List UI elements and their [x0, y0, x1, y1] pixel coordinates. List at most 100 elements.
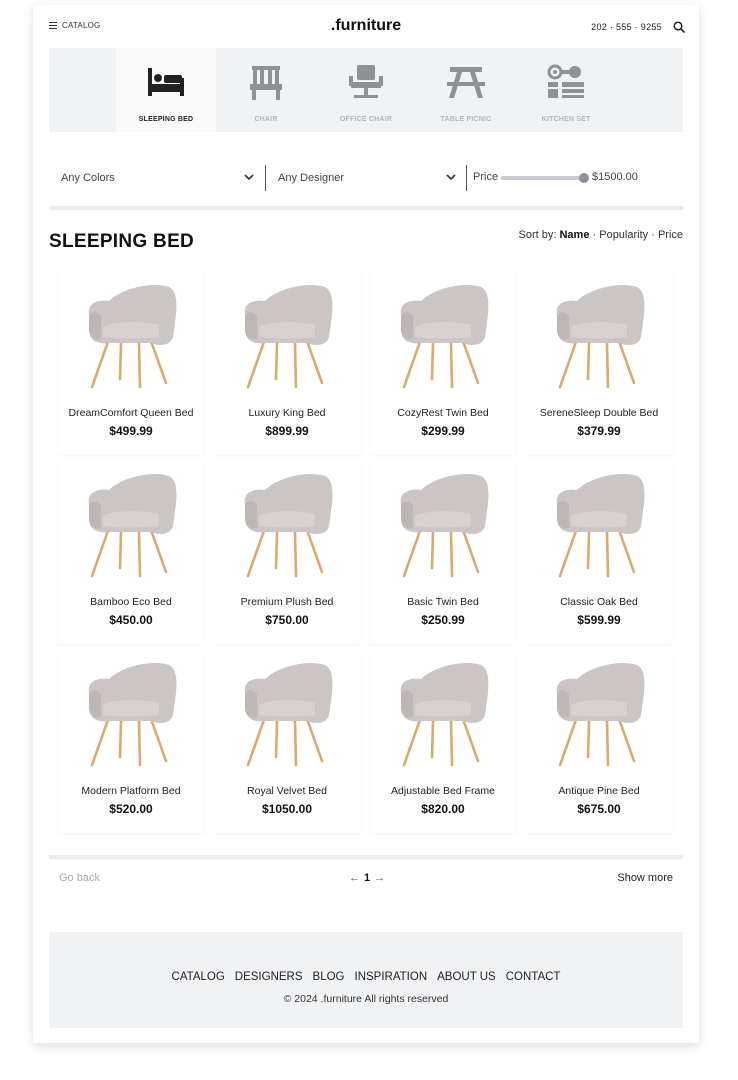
- footer-link-blog[interactable]: BLOG: [313, 971, 345, 983]
- page: CATALOG .furniture 202 · 555 · 9255 SLEE…: [33, 5, 699, 1043]
- category-chair[interactable]: CHAIR: [216, 48, 316, 132]
- category-label: SLEEPING BED: [138, 116, 194, 123]
- chevron-down-icon: [446, 174, 456, 181]
- product-image: [556, 662, 645, 767]
- next-page-arrow[interactable]: →: [374, 872, 385, 884]
- picnic-table-icon: [447, 67, 485, 98]
- product-price: $675.00: [577, 802, 621, 816]
- product-image: [400, 473, 489, 578]
- office-chair-icon: [349, 65, 383, 98]
- product-image: [556, 473, 645, 578]
- divider: [49, 206, 683, 210]
- brand-logo[interactable]: .furniture: [331, 17, 401, 34]
- product-name: Basic Twin Bed: [407, 596, 479, 608]
- product-image: [244, 473, 333, 578]
- category-label: TABLE PICNIC: [440, 116, 492, 123]
- footer: CATALOG DESIGNERS BLOG INSPIRATION ABOUT…: [49, 932, 683, 1028]
- sort-by-price[interactable]: Price: [658, 229, 683, 241]
- product-card[interactable]: Luxury King Bed $899.99: [214, 271, 360, 455]
- product-name: CozyRest Twin Bed: [397, 407, 489, 419]
- show-more-link[interactable]: Show more: [617, 872, 673, 884]
- footer-link-catalog[interactable]: CATALOG: [172, 971, 225, 983]
- section-title: SLEEPING BED: [49, 231, 195, 252]
- product-card[interactable]: Antique Pine Bed $675.00: [526, 649, 672, 833]
- search-button[interactable]: [673, 20, 685, 33]
- category-kitchen-set[interactable]: KITCHEN SET: [516, 48, 616, 132]
- product-name: SereneSleep Double Bed: [539, 407, 659, 419]
- product-name: Classic Oak Bed: [560, 596, 638, 608]
- footer-link-contact[interactable]: CONTACT: [506, 971, 561, 983]
- divider: [49, 855, 683, 859]
- product-name: Luxury King Bed: [248, 407, 326, 419]
- sort-label: Sort by:: [518, 229, 557, 241]
- prev-page-arrow[interactable]: ←: [349, 872, 360, 884]
- product-price: $899.99: [265, 424, 309, 438]
- product-name: Antique Pine Bed: [558, 785, 640, 797]
- product-price: $499.99: [109, 424, 153, 438]
- product-price: $250.99: [421, 613, 465, 627]
- footer-link-designers[interactable]: DESIGNERS: [235, 971, 303, 983]
- product-image: [88, 284, 177, 389]
- sort-by-name[interactable]: Name: [559, 229, 589, 241]
- sort-options: Sort by: Name · Popularity · Price: [519, 229, 683, 241]
- product-card[interactable]: Classic Oak Bed $599.99: [526, 460, 672, 644]
- product-name: Royal Velvet Bed: [247, 785, 327, 797]
- product-price: $1050.00: [261, 802, 313, 816]
- product-image: [244, 662, 333, 767]
- product-card[interactable]: Modern Platform Bed $520.00: [58, 649, 204, 833]
- category-table-picnic[interactable]: TABLE PICNIC: [416, 48, 516, 132]
- price-label: Price: [473, 171, 499, 183]
- sort-separator: ·: [589, 229, 600, 241]
- filter-bar: Any Colors Any Designer Price $1500.00: [49, 160, 683, 196]
- price-value: $1500.00: [592, 171, 638, 183]
- color-select[interactable]: Any Colors: [49, 165, 263, 191]
- bed-icon: [148, 68, 184, 96]
- category-sleeping-bed[interactable]: SLEEPING BED: [116, 48, 216, 132]
- designer-select-value: Any Designer: [278, 172, 345, 184]
- product-card[interactable]: Bamboo Eco Bed $450.00: [58, 460, 204, 644]
- category-label: OFFICE CHAIR: [339, 116, 393, 123]
- product-price: $520.00: [109, 802, 153, 816]
- product-card[interactable]: DreamComfort Queen Bed $499.99: [58, 271, 204, 455]
- category-label: CHAIR: [254, 116, 278, 123]
- sort-by-popularity[interactable]: Popularity: [599, 229, 648, 241]
- product-image: [556, 284, 645, 389]
- price-slider[interactable]: [501, 173, 589, 183]
- product-card[interactable]: Basic Twin Bed $250.99: [370, 460, 516, 644]
- price-slider-thumb[interactable]: [579, 173, 589, 183]
- product-card[interactable]: Adjustable Bed Frame $820.00: [370, 649, 516, 833]
- footer-nav: CATALOG DESIGNERS BLOG INSPIRATION ABOUT…: [49, 971, 683, 983]
- color-select-value: Any Colors: [61, 172, 115, 184]
- sort-separator: ·: [648, 229, 658, 241]
- catalog-menu-button[interactable]: CATALOG: [49, 21, 100, 30]
- phone-number: 202 · 555 · 9255: [591, 22, 662, 32]
- product-card[interactable]: CozyRest Twin Bed $299.99: [370, 271, 516, 455]
- price-slider-fill: [501, 176, 584, 180]
- product-name: Bamboo Eco Bed: [90, 596, 172, 608]
- copyright: © 2024 .furniture All rights reserved: [283, 993, 449, 1005]
- product-card[interactable]: SereneSleep Double Bed $379.99: [526, 271, 672, 455]
- product-image: [88, 473, 177, 578]
- filter-divider: [466, 165, 467, 191]
- product-image: [88, 662, 177, 767]
- hamburger-menu-icon: [49, 22, 57, 29]
- footer-link-inspiration[interactable]: INSPIRATION: [355, 971, 428, 983]
- footer-link-about-us[interactable]: ABOUT US: [437, 971, 496, 983]
- product-price: $599.99: [577, 613, 621, 627]
- catalog-menu-label: CATALOG: [62, 21, 101, 30]
- chevron-down-icon: [244, 174, 254, 181]
- category-office-chair[interactable]: OFFICE CHAIR: [316, 48, 416, 132]
- product-price: $379.99: [577, 424, 621, 438]
- product-card[interactable]: Premium Plush Bed $750.00: [214, 460, 360, 644]
- current-page[interactable]: 1: [364, 872, 370, 884]
- product-price: $750.00: [265, 613, 309, 627]
- product-price: $450.00: [109, 613, 153, 627]
- search-icon: [673, 21, 685, 33]
- designer-select[interactable]: Any Designer: [266, 165, 465, 191]
- kitchen-set-icon: [547, 64, 584, 98]
- pagination: ← 1 →: [349, 872, 385, 884]
- product-card[interactable]: Royal Velvet Bed $1050.00: [214, 649, 360, 833]
- product-price: $299.99: [421, 424, 465, 438]
- product-price: $820.00: [421, 802, 465, 816]
- go-back-link[interactable]: Go back: [59, 872, 100, 884]
